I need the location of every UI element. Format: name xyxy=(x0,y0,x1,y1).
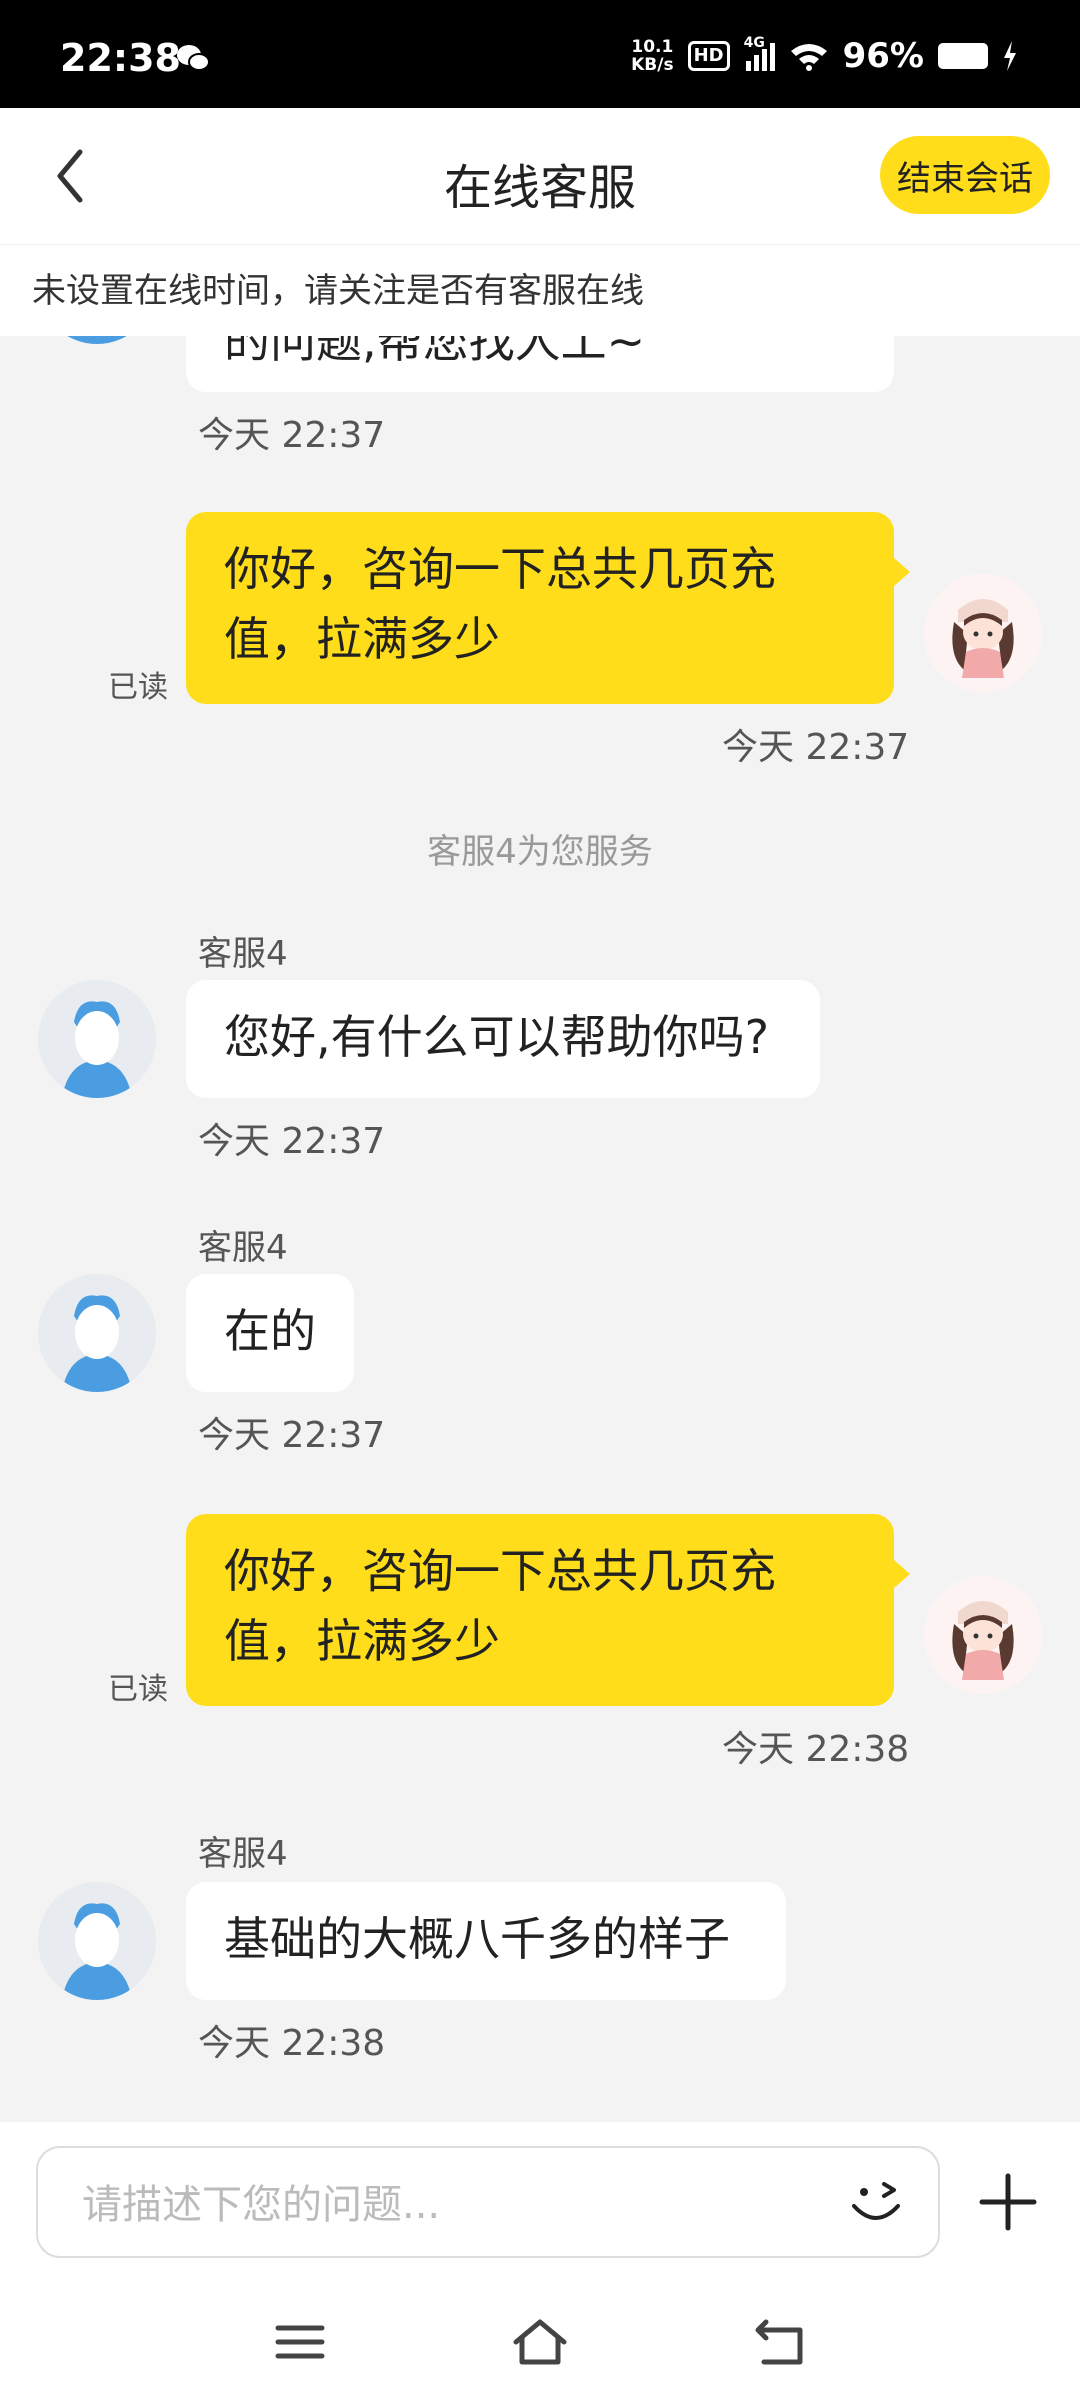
wechat-notification-icon xyxy=(177,45,210,71)
network-speed-value: 10.1 xyxy=(631,37,674,57)
agent-name: 客服4 xyxy=(198,934,288,974)
message-text: 的问题,帮您找人工~ xyxy=(224,336,646,368)
status-right-group: 10.1 KB/s HD 4G 96% xyxy=(631,35,1018,76)
read-status: 已读 xyxy=(108,670,168,705)
message-timestamp: 今天 22:38 xyxy=(722,1729,910,1770)
message-input-bar xyxy=(0,2122,1080,2272)
agent-avatar xyxy=(38,336,156,344)
network-type-label: 4G xyxy=(743,35,765,51)
message-text: 您好,有什么可以帮助你吗? xyxy=(224,1010,770,1064)
message-timestamp: 今天 22:37 xyxy=(198,1121,386,1162)
message-text: 基础的大概八千多的样子 xyxy=(224,1912,730,1966)
message-input-container[interactable] xyxy=(36,2146,940,2258)
wink-emoji-icon[interactable] xyxy=(844,2170,908,2234)
agent-avatar xyxy=(38,1882,156,2000)
chat-message-list[interactable]: 的问题,帮您找人工~ 今天 22:37 已读 你好，咨询一下总共几页充 值，拉满… xyxy=(0,336,1080,2122)
back-gesture-icon[interactable] xyxy=(750,2312,810,2372)
battery-percent: 96% xyxy=(842,36,924,76)
charging-icon xyxy=(1004,41,1016,71)
chat-header: 在线客服 结束会话 xyxy=(0,108,1080,244)
read-status: 已读 xyxy=(108,1672,168,1707)
online-time-notice: 未设置在线时间，请关注是否有客服在线 xyxy=(0,244,1080,336)
message-text-line: 值，拉满多少 xyxy=(224,1614,500,1668)
agent-message-bubble: 您好,有什么可以帮助你吗? xyxy=(186,980,820,1098)
message-input[interactable] xyxy=(80,2178,824,2232)
system-message: 客服4为您服务 xyxy=(427,832,653,872)
user-avatar xyxy=(924,1576,1042,1694)
end-session-button[interactable]: 结束会话 xyxy=(880,136,1050,214)
wifi-icon xyxy=(790,44,827,71)
agent-message-bubble: 基础的大概八千多的样子 xyxy=(186,1882,786,2000)
agent-avatar xyxy=(38,980,156,1098)
hd-icon: HD xyxy=(687,41,730,71)
user-avatar xyxy=(924,574,1042,692)
system-navigation-bar xyxy=(0,2272,1080,2408)
bubble-tail xyxy=(894,1560,910,1588)
user-message-bubble: 你好，咨询一下总共几页充 值，拉满多少 xyxy=(186,512,894,704)
network-speed-unit: KB/s xyxy=(631,55,674,75)
message-timestamp: 今天 22:37 xyxy=(722,727,910,768)
agent-message-bubble: 的问题,帮您找人工~ xyxy=(186,336,894,392)
message-timestamp: 今天 22:38 xyxy=(198,2023,386,2064)
message-timestamp: 今天 22:37 xyxy=(198,1415,386,1456)
message-text-line: 你好，咨询一下总共几页充 xyxy=(224,1544,776,1598)
status-time: 22:38 xyxy=(60,36,181,80)
status-bar: 22:38 10.1 KB/s HD 4G 96% xyxy=(0,0,1080,108)
user-message-bubble: 你好，咨询一下总共几页充 值，拉满多少 xyxy=(186,1514,894,1706)
message-text-line: 你好，咨询一下总共几页充 xyxy=(224,542,776,596)
agent-name: 客服4 xyxy=(198,1228,288,1268)
network-speed: 10.1 KB/s xyxy=(631,38,673,74)
agent-name: 客服4 xyxy=(198,1834,288,1874)
message-text-line: 值，拉满多少 xyxy=(224,612,500,666)
message-text: 在的 xyxy=(224,1304,316,1358)
agent-message-bubble: 在的 xyxy=(186,1274,354,1392)
menu-icon[interactable] xyxy=(270,2312,330,2372)
home-icon[interactable] xyxy=(510,2312,570,2372)
battery-icon xyxy=(938,43,988,69)
agent-avatar xyxy=(38,1274,156,1392)
message-timestamp: 今天 22:37 xyxy=(198,415,386,456)
signal-icon: 4G xyxy=(744,35,775,71)
bubble-tail xyxy=(894,558,910,586)
plus-icon[interactable] xyxy=(976,2170,1040,2234)
